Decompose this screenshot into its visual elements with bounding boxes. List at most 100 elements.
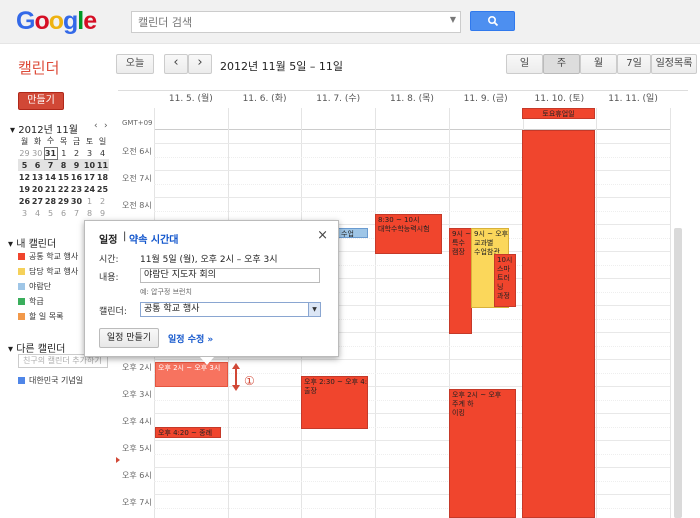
mini-day[interactable]: 19 [18,183,31,195]
mini-day[interactable]: 8 [57,159,70,171]
calendar-select-value: 공통 학교 행사 [144,304,200,314]
duration-arrow-icon [232,363,240,391]
event-monday-426[interactable]: 오후 4:20 ~ 종례 [155,427,221,438]
prev-button[interactable]: ‹ [164,54,188,74]
day-header[interactable]: 11. 8. (목) [375,91,449,108]
search-box[interactable]: ▼ [131,11,461,33]
mini-day[interactable]: 16 [70,171,83,183]
mini-next-icon[interactable]: › [104,121,108,131]
calendar-select[interactable]: 공통 학교 행사 ▼ [140,302,321,317]
mini-day[interactable]: 6 [57,207,70,219]
mini-day[interactable]: 4 [96,147,109,159]
mini-day[interactable]: 11 [96,159,109,171]
day-header[interactable]: 11. 10. (토) [523,91,597,108]
search-button[interactable] [470,11,515,31]
mini-day[interactable]: 4 [31,207,44,219]
other-calendars-heading[interactable]: ▾ 다른 캘린더 [8,340,65,355]
time-label: 시간: [99,255,119,265]
calendar-list-item[interactable]: 공통 학교 행사 [18,251,78,262]
event-friday-hiking[interactable]: 오후 2시 ~ 오후 주계 하 이킹 [449,389,516,518]
grid-scrollbar[interactable] [674,228,682,518]
mini-day[interactable]: 13 [31,171,44,183]
view-day-button[interactable]: 일 [506,54,543,74]
mini-day[interactable]: 23 [70,183,83,195]
mini-day[interactable]: 28 [44,195,57,207]
mini-day[interactable]: 30 [70,195,83,207]
day-header[interactable]: 11. 11. (일) [596,91,670,108]
next-button[interactable]: › [188,54,212,74]
mini-day[interactable]: 30 [31,147,44,159]
mini-day[interactable]: 29 [18,147,31,159]
mini-day[interactable]: 25 [96,183,109,195]
mini-day[interactable]: 9 [70,159,83,171]
search-options-icon[interactable]: ▼ [450,15,456,24]
mini-day[interactable]: 26 [18,195,31,207]
tab-appointment-slots[interactable]: 약속 시간대 [129,231,178,246]
mini-day[interactable]: 12 [18,171,31,183]
mini-day[interactable]: 5 [18,159,31,171]
mini-day[interactable]: 7 [70,207,83,219]
view-month-button[interactable]: 월 [580,54,617,74]
calendar-list-item[interactable]: 학급 [18,296,44,307]
view-week-button[interactable]: 주 [543,54,580,74]
my-calendars-heading[interactable]: ▾ 내 캘린더 [8,235,56,250]
mini-day[interactable]: 14 [44,171,57,183]
mini-day[interactable]: 3 [18,207,31,219]
mini-day[interactable]: 1 [83,195,96,207]
calendar-list-item[interactable]: 야람단 [18,281,51,292]
day-header[interactable]: 11. 6. (화) [228,91,302,108]
event-thursday-exam[interactable]: 8:30 ~ 10시 대학수학능력시험 [375,214,442,254]
mini-day[interactable]: 18 [96,171,109,183]
day-header[interactable]: 11. 5. (월) [154,91,228,108]
mini-day[interactable]: 9 [96,207,109,219]
mini-day[interactable]: 2 [70,147,83,159]
search-input[interactable] [132,12,432,32]
mini-day[interactable]: 3 [83,147,96,159]
mini-day[interactable]: 24 [83,183,96,195]
calendar-list-item[interactable]: 담당 학교 행사 [18,266,78,277]
event-wednesday-trip[interactable]: 오후 2:30 ~ 오후 4:3 출장 [301,376,368,429]
edit-event-link[interactable]: 일정 수정 » [168,332,213,345]
calendar-label: 캘린더: [99,307,127,317]
tab-event[interactable]: 일정 [99,231,117,246]
calendar-name: 학급 [29,297,44,306]
calendar-list-item[interactable]: 할 일 목록 [18,311,64,322]
create-button[interactable]: 만들기 [18,92,64,110]
mini-day[interactable]: 2 [96,195,109,207]
event-new-selection[interactable]: 오후 2시 ~ 오후 3시 [155,362,228,387]
mini-day[interactable]: 6 [31,159,44,171]
view-7day-button[interactable]: 7일 [617,54,651,74]
google-logo[interactable]: Google [16,7,97,36]
mini-day[interactable]: 21 [44,183,57,195]
event-friday-c[interactable]: 10시 스마 트러 닝 과정 [494,254,516,307]
day-header[interactable]: 11. 7. (수) [301,91,375,108]
mini-day[interactable]: 5 [44,207,57,219]
calendar-name: 담당 학교 행사 [29,267,79,276]
mini-day[interactable]: 29 [57,195,70,207]
event-friday-a[interactable]: 9시 ~ 특수 캠장 [449,228,472,334]
create-event-button[interactable]: 일정 만들기 [99,328,159,348]
mini-day[interactable]: 10 [83,159,96,171]
mini-calendar-title[interactable]: ▾ 2012년 11월 [10,121,78,136]
event-saturday-long[interactable] [522,130,595,518]
mini-day[interactable]: 22 [57,183,70,195]
mini-day[interactable]: 15 [57,171,70,183]
mini-day[interactable]: 31 [43,146,58,160]
mini-day[interactable]: 20 [31,183,44,195]
calendar-list-item[interactable]: 대한민국 기념일 [18,375,83,386]
time-label: 오전 8시 [122,201,152,210]
close-icon[interactable]: × [317,228,328,243]
timezone-label: GMT+09 [122,119,153,127]
what-input[interactable]: 야람단 지도자 회의 [140,268,320,283]
mini-day[interactable]: 17 [83,171,96,183]
mini-day[interactable]: 1 [57,147,70,159]
today-button[interactable]: 오늘 [116,54,154,74]
mini-day[interactable]: 8 [83,207,96,219]
view-agenda-button[interactable]: 일정목록 [651,54,697,74]
mini-prev-icon[interactable]: ‹ [94,121,98,131]
mini-day[interactable]: 27 [31,195,44,207]
day-header[interactable]: 11. 9. (금) [449,91,523,108]
event-wednesday-class[interactable]: 수업 [338,228,368,238]
mini-day[interactable]: 7 [44,159,57,171]
event-allday-saturday[interactable]: 토요휴업일 [522,108,595,119]
